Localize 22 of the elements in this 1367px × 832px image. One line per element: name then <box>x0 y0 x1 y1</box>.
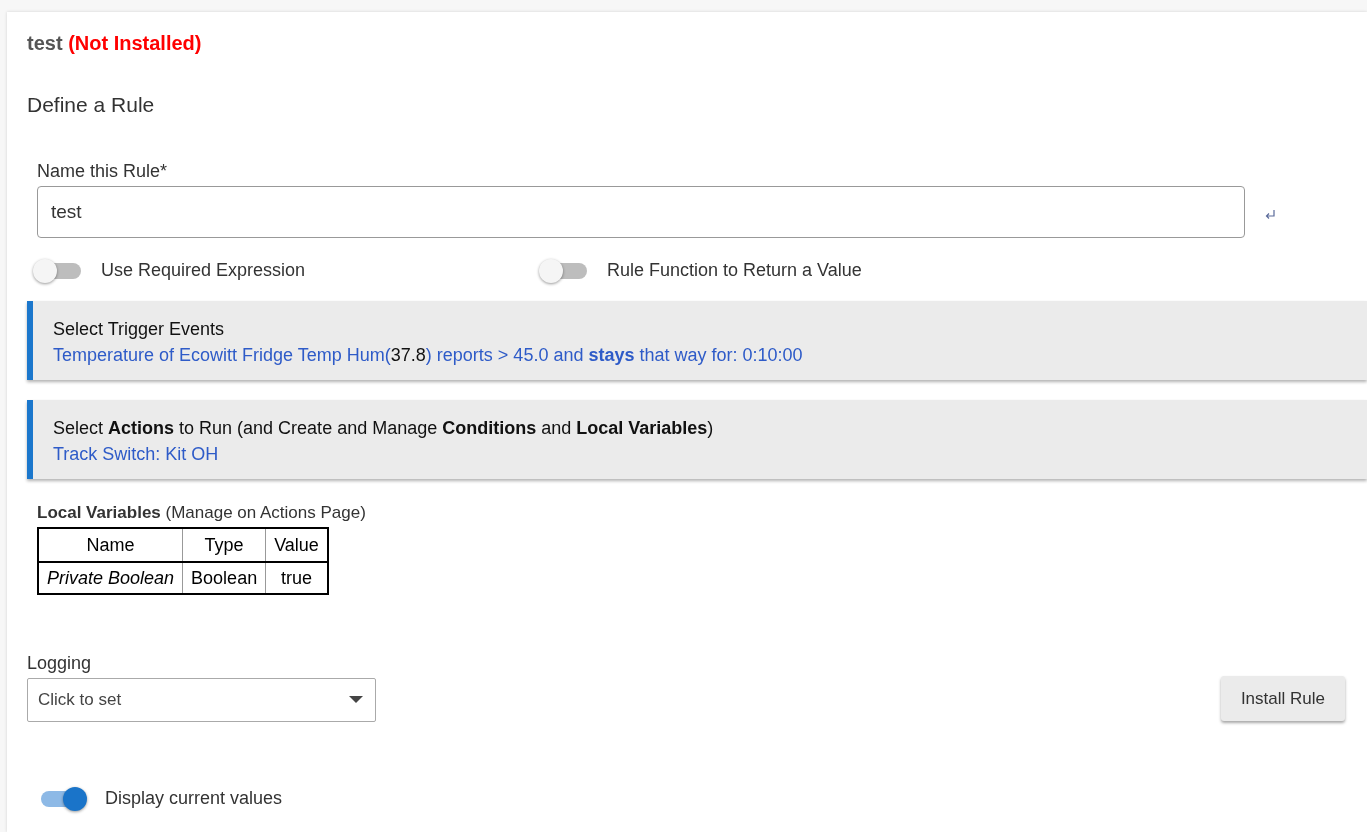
install-button[interactable]: Install Rule <box>1220 676 1345 721</box>
column-header: Type <box>182 528 266 562</box>
variables-title: Local Variables (Manage on Actions Page) <box>37 503 367 523</box>
panel-summary[interactable]: Temperature of Ecowitt Fridge Temp Hum(37.8) reports > 45.0 and stays that way for: 0:10:00 <box>53 342 1347 368</box>
panel-title: Select Actions to Run (and Create and Manage Conditions and Local Variables) <box>53 417 715 440</box>
panel-summary[interactable]: Track Switch: Kit OH <box>53 441 1347 467</box>
column-header: Name <box>38 528 183 562</box>
toggle-label: Rule Function to Return a Value <box>607 260 862 281</box>
caret-icon <box>349 696 363 704</box>
toggle-label: Display current values <box>105 788 283 809</box>
return-icon[interactable] <box>1264 209 1276 221</box>
panel-title: Select Trigger Events <box>53 318 226 341</box>
logging-dropdown[interactable]: Click to set <box>27 678 376 722</box>
section-panel[interactable]: Select Trigger Events Temperature of Ecowitt Fridge Temp Hum(37.8) reports > 45.0 and stays that way for: 0:10:00 <box>27 301 1367 380</box>
section-title: Define a Rule <box>27 93 156 117</box>
field-label: Logging <box>27 653 93 674</box>
field-label: Name this Rule* <box>37 161 169 182</box>
install-status: (Not Installed) <box>68 32 202 54</box>
rule-name-field[interactable]: test <box>37 186 1245 238</box>
section-panel[interactable]: Select Actions to Run (and Create and Manage Conditions and Local Variables) Track Switch: Kit OH <box>27 400 1367 479</box>
rule-name: test <box>27 32 63 54</box>
toggle-label: Use Required Expression <box>101 260 306 281</box>
